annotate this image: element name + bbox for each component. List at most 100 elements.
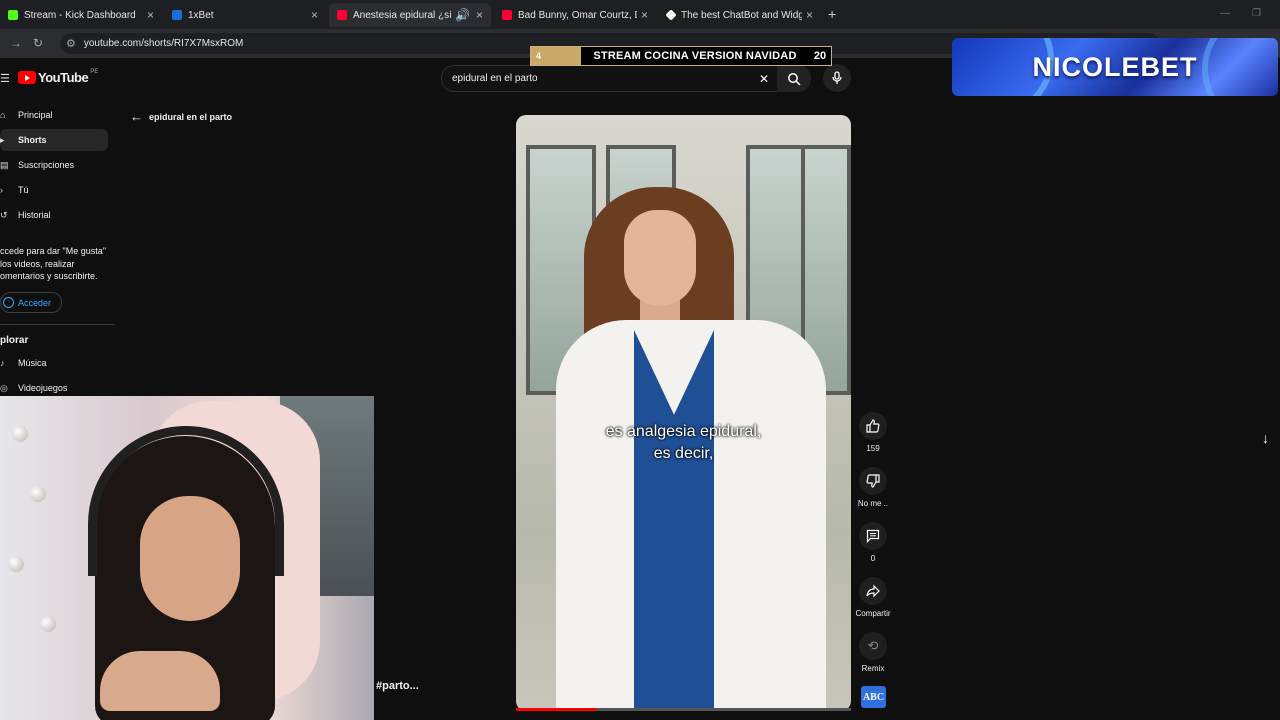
shorts-icon: ▸ xyxy=(0,135,5,145)
close-tab-icon[interactable]: × xyxy=(147,8,154,22)
sidebar-item-suscripciones[interactable]: ▤ Suscripciones xyxy=(0,154,108,176)
video-caption: es analgesia epidural, es decir, xyxy=(516,421,851,465)
youtube-favicon-icon xyxy=(337,10,347,20)
back-arrow-icon: ← xyxy=(130,109,143,124)
browser-tab-chatbot[interactable]: The best ChatBot and Widgets × xyxy=(659,3,821,27)
remix-action: ⟲ Remix xyxy=(853,632,893,673)
gaming-icon: ◎ xyxy=(0,383,8,393)
sponsor-banner: NICOLEBET xyxy=(952,38,1278,96)
search-box[interactable]: epidural en el parto ✕ xyxy=(441,65,778,92)
short-video-player[interactable]: es analgesia epidural, es decir, xyxy=(516,115,851,711)
ornament xyxy=(40,616,56,632)
browser-tab-kick[interactable]: Stream - Kick Dashboard × xyxy=(0,3,162,27)
youtube-wordmark: YouTube xyxy=(38,70,89,85)
sidebar-item-tu[interactable]: › Tú xyxy=(0,179,108,201)
sidebar-item-label: Shorts xyxy=(18,135,47,145)
thumbs-down-icon xyxy=(866,474,880,488)
signin-prompt: ccede para dar "Me gusta" los videos, re… xyxy=(0,246,106,281)
sidebar-item-label: Suscripciones xyxy=(18,160,75,170)
close-tab-icon[interactable]: × xyxy=(641,8,648,22)
share-label: Compartir xyxy=(855,609,891,618)
tab-title: The best ChatBot and Widgets xyxy=(681,9,802,21)
url-text: youtube.com/shorts/RI7X7MsxROM xyxy=(83,38,244,49)
sidebar-item-musica[interactable]: ♪ Música xyxy=(0,352,108,374)
like-button[interactable] xyxy=(859,412,887,440)
back-to-search[interactable]: ← epidural en el parto xyxy=(130,109,232,124)
microphone-icon xyxy=(832,71,842,84)
browser-tab-epidural[interactable]: Anestesia epidural ¿sí o no? 🔊 × xyxy=(329,3,491,27)
account-icon xyxy=(3,297,14,308)
channel-avatar[interactable]: ABC xyxy=(861,686,886,708)
tab-title: Bad Bunny, Omar Courtz, Dei V xyxy=(518,9,637,21)
share-button[interactable] xyxy=(859,577,887,605)
like-action: 159 xyxy=(853,412,893,453)
next-video-arrow-icon[interactable]: ↓ xyxy=(1262,430,1269,446)
thumbs-up-icon xyxy=(866,419,880,433)
signin-button[interactable]: Acceder xyxy=(0,292,62,313)
webcam-overlay xyxy=(0,396,374,720)
sidebar-item-label: Principal xyxy=(18,110,53,120)
sidebar-item-shorts[interactable]: ▸ Shorts xyxy=(0,129,108,151)
voice-search-button[interactable] xyxy=(823,64,851,92)
doctor-face xyxy=(624,210,696,306)
close-tab-icon[interactable]: × xyxy=(476,8,483,22)
dislike-button[interactable] xyxy=(859,467,887,495)
tab-title: Anestesia epidural ¿sí o no? xyxy=(353,9,452,21)
youtube-logo[interactable]: YouTube PE xyxy=(18,68,99,85)
dislike-action: No me .. xyxy=(853,467,893,508)
sidebar-divider xyxy=(0,324,115,325)
youtube-favicon-icon xyxy=(502,10,512,20)
banner-text: NICOLEBET xyxy=(1032,51,1198,82)
search-button[interactable] xyxy=(777,65,811,92)
share-action: Compartir xyxy=(853,577,893,618)
minimize-icon[interactable]: — xyxy=(1220,8,1230,19)
search-input[interactable]: epidural en el parto xyxy=(452,73,759,84)
dislike-label: No me .. xyxy=(857,499,889,508)
sidebar-item-historial[interactable]: ↺ Historial xyxy=(0,204,108,226)
browser-tab-1xbet[interactable]: 1xBet × xyxy=(164,3,326,27)
audio-playing-icon[interactable]: 🔊 xyxy=(455,8,470,22)
sidebar-item-principal[interactable]: ⌂ Principal xyxy=(0,104,108,126)
browser-tab-bad-bunny[interactable]: Bad Bunny, Omar Courtz, Dei V × xyxy=(494,3,656,27)
maximize-icon[interactable]: ❐ xyxy=(1252,8,1261,19)
sidebar-item-label: Música xyxy=(18,358,47,368)
overlay-left-number: 4 xyxy=(531,47,581,65)
hamburger-menu-icon[interactable]: ☰ xyxy=(0,72,10,85)
forward-icon[interactable]: → xyxy=(10,36,22,50)
kick-icon xyxy=(8,10,18,20)
youtube-play-icon xyxy=(18,71,36,84)
subscriptions-icon: ▤ xyxy=(0,160,9,170)
close-tab-icon[interactable]: × xyxy=(311,8,318,22)
comments-action: 0 xyxy=(853,522,893,563)
sidebar-item-label: Historial xyxy=(18,210,51,220)
tab-title: Stream - Kick Dashboard xyxy=(24,9,136,21)
region-code: PE xyxy=(90,68,99,75)
streamelements-icon xyxy=(665,9,677,21)
remix-icon: ⟲ xyxy=(867,638,879,653)
remix-label: Remix xyxy=(861,664,885,673)
video-hashtag[interactable]: #parto... xyxy=(376,680,419,692)
reload-icon[interactable]: ↻ xyxy=(33,36,43,50)
new-tab-button[interactable]: + xyxy=(828,6,836,22)
like-count: 159 xyxy=(866,444,880,453)
you-icon: › xyxy=(0,185,3,195)
streamer-hand xyxy=(100,651,220,711)
back-label: epidural en el parto xyxy=(149,111,233,122)
close-tab-icon[interactable]: × xyxy=(806,8,813,22)
search-icon xyxy=(788,72,801,86)
share-icon xyxy=(866,584,880,598)
video-progress-bar[interactable] xyxy=(516,708,851,711)
comment-count: 0 xyxy=(870,554,876,563)
ornament xyxy=(12,426,28,442)
caption-line: es analgesia epidural, xyxy=(605,423,762,440)
comments-button[interactable] xyxy=(859,522,887,550)
home-icon: ⌂ xyxy=(0,110,6,120)
tab-title: 1xBet xyxy=(188,9,214,21)
remix-button[interactable]: ⟲ xyxy=(859,632,887,660)
clear-search-icon[interactable]: ✕ xyxy=(759,72,769,86)
browser-tab-strip: Stream - Kick Dashboard × 1xBet × Aneste… xyxy=(0,0,1280,29)
caption-line: es decir, xyxy=(653,445,714,462)
sidebar-item-label: Tú xyxy=(18,185,29,195)
site-settings-icon[interactable]: ⚙ xyxy=(66,37,76,50)
video-progress-fill xyxy=(516,708,597,711)
